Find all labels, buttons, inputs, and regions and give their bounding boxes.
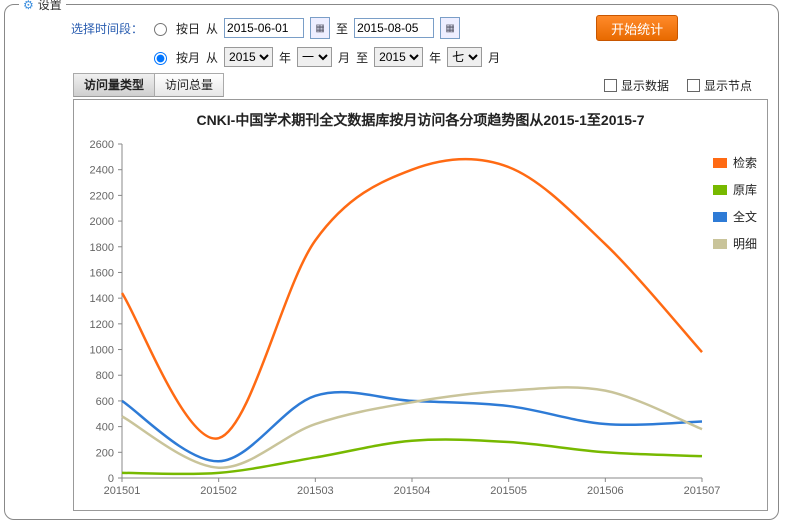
show-data-label: 显示数据 <box>621 77 669 94</box>
svg-text:201505: 201505 <box>490 485 527 497</box>
legend-label: 原库 <box>733 181 757 198</box>
tab-visit-total[interactable]: 访问总量 <box>155 73 224 97</box>
svg-text:201506: 201506 <box>587 485 624 497</box>
svg-text:201501: 201501 <box>104 485 141 497</box>
month-from-select[interactable]: 一 <box>297 47 332 67</box>
month-suffix-2: 月 <box>488 49 500 66</box>
svg-text:1000: 1000 <box>90 345 114 357</box>
date-to-input[interactable] <box>354 18 434 38</box>
radio-by-day[interactable] <box>154 23 167 36</box>
legend-swatch <box>713 185 727 195</box>
tab-visit-type[interactable]: 访问量类型 <box>73 73 155 97</box>
legend-item[interactable]: 原库 <box>713 181 757 198</box>
svg-text:200: 200 <box>96 447 114 459</box>
svg-text:600: 600 <box>96 396 114 408</box>
svg-text:1800: 1800 <box>90 242 114 254</box>
month-suffix-1: 月 <box>338 49 350 66</box>
by-day-label: 按日 <box>176 20 200 37</box>
legend-label: 明细 <box>733 235 757 252</box>
chart-title: CNKI-中国学术期刊全文数据库按月访问各分项趋势图从2015-1至2015-7 <box>74 110 767 130</box>
row-by-day: 选择时间段： 按日 从 ▦ 至 ▦ 开始统计 <box>71 15 772 41</box>
gear-icon: ⚙ <box>23 0 34 12</box>
radio-by-month[interactable] <box>154 52 167 65</box>
svg-text:201502: 201502 <box>200 485 237 497</box>
show-data-checkbox[interactable]: 显示数据 <box>604 77 669 94</box>
svg-text:0: 0 <box>108 473 114 485</box>
svg-text:2600: 2600 <box>90 139 114 151</box>
chart-legend: 检索原库全文明细 <box>713 154 757 262</box>
legend-item[interactable]: 检索 <box>713 154 757 171</box>
svg-text:1400: 1400 <box>90 293 114 305</box>
legend-swatch <box>713 158 727 168</box>
calendar-icon[interactable]: ▦ <box>310 17 330 39</box>
svg-text:2200: 2200 <box>90 190 114 202</box>
time-range-label: 选择时间段： <box>71 20 143 37</box>
legend-swatch <box>713 239 727 249</box>
from-label-2: 从 <box>206 49 218 66</box>
checkbox-group: 显示数据 显示节点 <box>604 77 752 94</box>
svg-text:1200: 1200 <box>90 319 114 331</box>
legend-swatch <box>713 212 727 222</box>
month-to-select[interactable]: 七 <box>447 47 482 67</box>
year-suffix-1: 年 <box>279 49 291 66</box>
show-nodes-label: 显示节点 <box>704 77 752 94</box>
svg-text:201503: 201503 <box>297 485 334 497</box>
to-label-2: 至 <box>356 49 368 66</box>
by-month-label: 按月 <box>176 49 200 66</box>
from-label: 从 <box>206 20 218 37</box>
legend-item[interactable]: 明细 <box>713 235 757 252</box>
tabs-row: 访问量类型 访问总量 显示数据 显示节点 <box>73 73 772 97</box>
year-from-select[interactable]: 2015 <box>224 47 273 67</box>
panel-title: 设置 <box>38 0 62 13</box>
start-stats-button[interactable]: 开始统计 <box>596 15 678 41</box>
svg-text:800: 800 <box>96 370 114 382</box>
show-nodes-checkbox[interactable]: 显示节点 <box>687 77 752 94</box>
chart-container: CNKI-中国学术期刊全文数据库按月访问各分项趋势图从2015-1至2015-7… <box>73 99 768 511</box>
year-suffix-2: 年 <box>429 49 441 66</box>
svg-text:1600: 1600 <box>90 267 114 279</box>
to-label: 至 <box>336 20 348 37</box>
year-to-select[interactable]: 2015 <box>374 47 423 67</box>
calendar-icon[interactable]: ▦ <box>440 17 460 39</box>
row-by-month: 按月 从 2015 年 一 月 至 2015 年 七 月 <box>149 47 772 67</box>
svg-text:2000: 2000 <box>90 216 114 228</box>
svg-text:201507: 201507 <box>684 485 721 497</box>
date-from-input[interactable] <box>224 18 304 38</box>
chart-svg: 0 200 400 600 800 1000 1200 1400 1600 1800 2000 220… <box>74 138 774 508</box>
svg-text:201504: 201504 <box>394 485 431 497</box>
settings-panel: ⚙ 设置 选择时间段： 按日 从 ▦ 至 ▦ 开始统计 按月 从 2015 年 … <box>4 4 779 520</box>
legend-label: 全文 <box>733 208 757 225</box>
svg-text:2400: 2400 <box>90 165 114 177</box>
panel-title-wrap: ⚙ 设置 <box>19 0 66 13</box>
legend-label: 检索 <box>733 154 757 171</box>
controls: 选择时间段： 按日 从 ▦ 至 ▦ 开始统计 按月 从 2015 年 一 月 至… <box>71 15 772 67</box>
legend-item[interactable]: 全文 <box>713 208 757 225</box>
svg-text:400: 400 <box>96 422 114 434</box>
